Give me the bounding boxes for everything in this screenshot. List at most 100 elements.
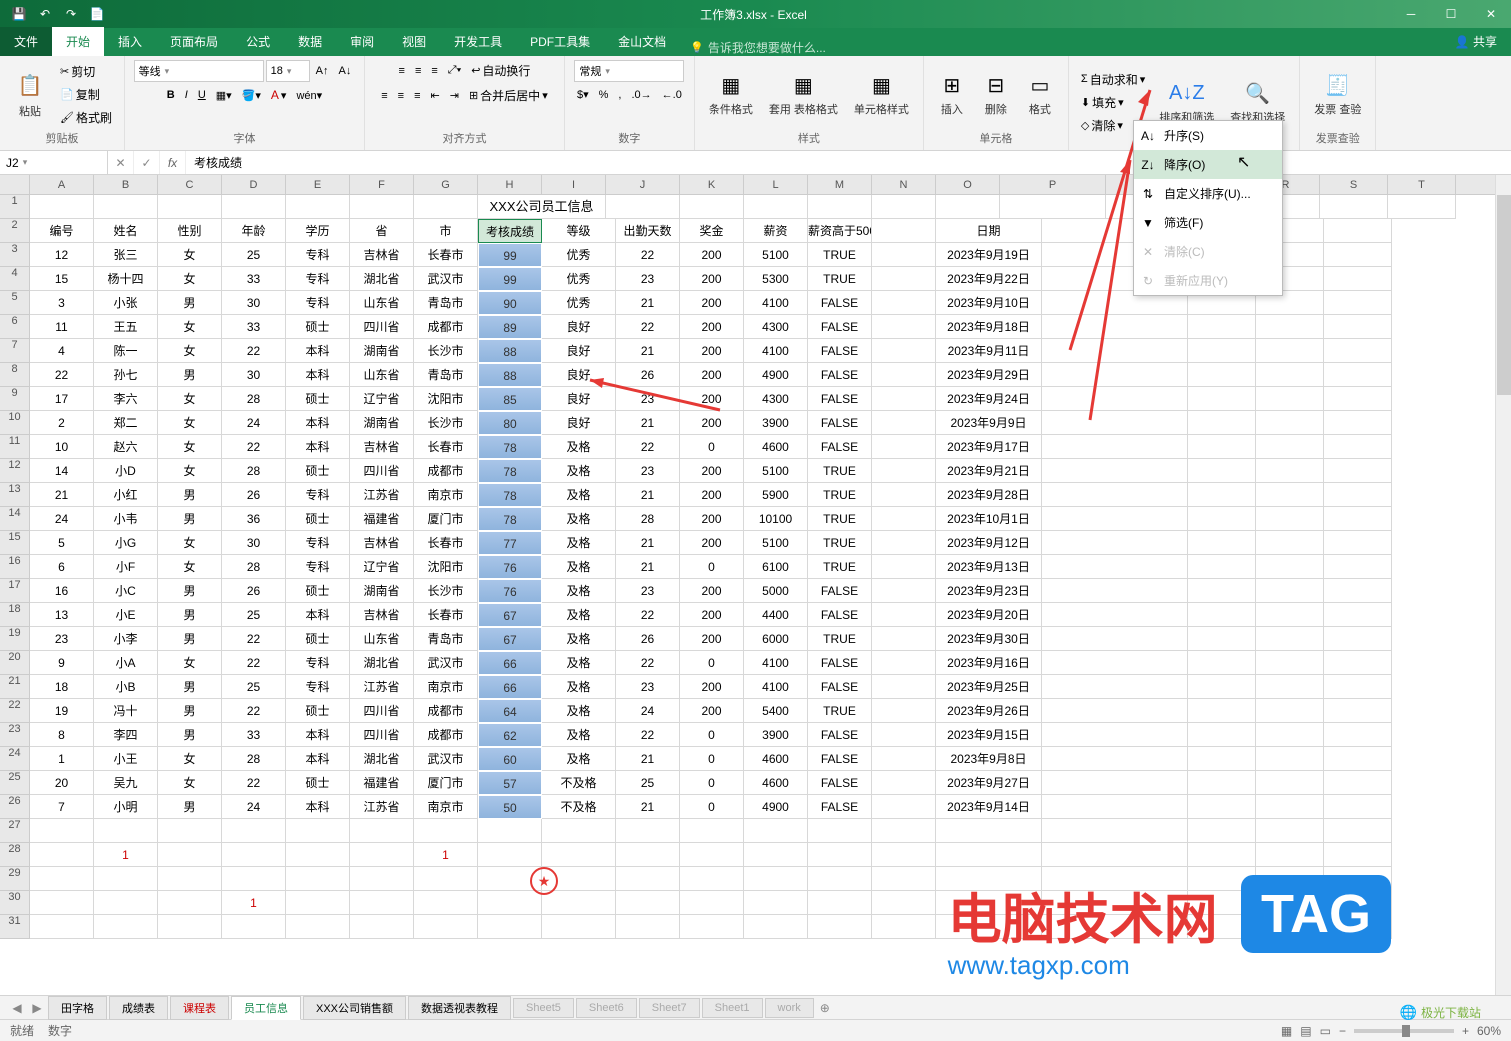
tell-me[interactable]: 💡 告诉我您想要做什么... — [690, 39, 826, 56]
col-header[interactable]: D — [222, 175, 286, 194]
add-sheet-icon[interactable]: ⊕ — [816, 1001, 834, 1015]
table-cell[interactable]: 长春市 — [414, 531, 478, 555]
col-header[interactable]: A — [30, 175, 94, 194]
row-header[interactable]: 20 — [0, 651, 30, 675]
table-cell[interactable] — [1188, 819, 1256, 843]
table-cell[interactable]: 22 — [222, 699, 286, 723]
table-cell[interactable]: 5100 — [744, 243, 808, 267]
view-pagebreak-icon[interactable]: ▭ — [1320, 1024, 1331, 1038]
table-cell[interactable]: 小G — [94, 531, 158, 555]
table-cell[interactable]: 及格 — [542, 675, 616, 699]
table-cell[interactable]: 2023年9月17日 — [936, 435, 1042, 459]
table-cell[interactable] — [1324, 891, 1392, 915]
table-cell[interactable] — [936, 843, 1042, 867]
table-cell[interactable]: 硕士 — [286, 627, 350, 651]
table-cell[interactable] — [222, 819, 286, 843]
table-cell[interactable]: FALSE — [808, 795, 872, 819]
row-header[interactable]: 9 — [0, 387, 30, 411]
table-cell[interactable] — [350, 843, 414, 867]
table-cell[interactable]: 良好 — [542, 363, 616, 387]
table-cell[interactable]: 24 — [616, 699, 680, 723]
table-cell[interactable] — [744, 819, 808, 843]
table-cell[interactable]: FALSE — [808, 411, 872, 435]
tab-wps[interactable]: 金山文档 — [604, 27, 680, 56]
sheet-tab[interactable]: 数据透视表教程 — [408, 996, 511, 1020]
table-header[interactable]: 性别 — [158, 219, 222, 243]
table-cell[interactable]: 本科 — [286, 795, 350, 819]
table-cell[interactable]: 及格 — [542, 531, 616, 555]
table-cell[interactable]: 2023年9月21日 — [936, 459, 1042, 483]
table-cell[interactable] — [286, 843, 350, 867]
sheet-tab[interactable]: 田字格 — [48, 996, 107, 1020]
table-cell[interactable]: 30 — [222, 531, 286, 555]
tab-home[interactable]: 开始 — [52, 27, 104, 56]
orientation-icon[interactable]: ⤢▾ — [444, 62, 465, 79]
table-cell[interactable] — [872, 459, 936, 483]
table-cell[interactable]: TRUE — [808, 555, 872, 579]
table-cell[interactable]: FALSE — [808, 771, 872, 795]
table-cell[interactable]: 男 — [158, 795, 222, 819]
table-cell[interactable]: 优秀 — [542, 291, 616, 315]
table-cell[interactable]: 22 — [30, 363, 94, 387]
col-header[interactable]: G — [414, 175, 478, 194]
table-cell[interactable]: 不及格 — [542, 771, 616, 795]
table-cell[interactable] — [872, 747, 936, 771]
table-cell[interactable]: 小E — [94, 603, 158, 627]
table-cell[interactable]: 福建省 — [350, 771, 414, 795]
tab-dev[interactable]: 开发工具 — [440, 27, 516, 56]
table-cell[interactable]: 山东省 — [350, 363, 414, 387]
table-cell[interactable] — [1042, 867, 1188, 891]
table-cell[interactable]: 200 — [680, 699, 744, 723]
menu-sort-desc[interactable]: Z↓降序(O) — [1134, 150, 1282, 179]
align-mid-icon[interactable]: ≡ — [411, 63, 425, 79]
table-cell[interactable]: 男 — [158, 699, 222, 723]
vertical-scrollbar[interactable] — [1495, 175, 1511, 995]
table-cell[interactable]: 22 — [222, 339, 286, 363]
table-cell[interactable] — [350, 867, 414, 891]
table-cell[interactable]: 22 — [616, 603, 680, 627]
table-cell[interactable]: 陈一 — [94, 339, 158, 363]
table-cell[interactable]: 23 — [30, 627, 94, 651]
table-cell[interactable]: 2023年9月9日 — [936, 411, 1042, 435]
table-cell[interactable]: 江苏省 — [350, 795, 414, 819]
table-cell[interactable]: 12 — [30, 243, 94, 267]
table-cell[interactable]: FALSE — [808, 651, 872, 675]
table-cell[interactable]: FALSE — [808, 747, 872, 771]
table-cell[interactable]: 89 — [478, 315, 542, 339]
table-cell[interactable]: 硕士 — [286, 579, 350, 603]
table-cell[interactable]: 本科 — [286, 339, 350, 363]
percent-icon[interactable]: % — [595, 87, 613, 103]
table-cell[interactable] — [616, 819, 680, 843]
name-box[interactable]: J2 — [0, 151, 108, 174]
row-header[interactable]: 10 — [0, 411, 30, 435]
table-cell[interactable]: 小李 — [94, 627, 158, 651]
table-cell[interactable]: 男 — [158, 603, 222, 627]
table-cell[interactable]: 长春市 — [414, 603, 478, 627]
table-cell[interactable]: 22 — [616, 435, 680, 459]
table-cell[interactable]: 2023年9月25日 — [936, 675, 1042, 699]
table-cell[interactable]: 长沙市 — [414, 411, 478, 435]
row-header[interactable]: 12 — [0, 459, 30, 483]
table-cell[interactable]: 小张 — [94, 291, 158, 315]
tab-file[interactable]: 文件 — [0, 27, 52, 56]
table-cell[interactable]: 四川省 — [350, 723, 414, 747]
tab-layout[interactable]: 页面布局 — [156, 27, 232, 56]
table-cell[interactable]: 2023年9月20日 — [936, 603, 1042, 627]
table-cell[interactable]: 23 — [616, 267, 680, 291]
menu-sort-custom[interactable]: ⇅自定义排序(U)... — [1134, 179, 1282, 208]
table-cell[interactable]: 2023年9月8日 — [936, 747, 1042, 771]
table-cell[interactable]: 2023年9月18日 — [936, 315, 1042, 339]
table-cell[interactable]: 24 — [222, 411, 286, 435]
table-cell[interactable]: 小王 — [94, 747, 158, 771]
table-cell[interactable] — [872, 675, 936, 699]
table-cell[interactable]: 厦门市 — [414, 771, 478, 795]
table-cell[interactable]: 0 — [680, 435, 744, 459]
table-cell[interactable] — [872, 579, 936, 603]
table-cell[interactable] — [872, 603, 936, 627]
table-cell[interactable]: 专科 — [286, 483, 350, 507]
table-cell[interactable] — [286, 915, 350, 939]
table-cell[interactable]: 36 — [222, 507, 286, 531]
table-cell[interactable] — [94, 915, 158, 939]
table-cell[interactable]: 湖北省 — [350, 747, 414, 771]
table-cell[interactable]: 小B — [94, 675, 158, 699]
